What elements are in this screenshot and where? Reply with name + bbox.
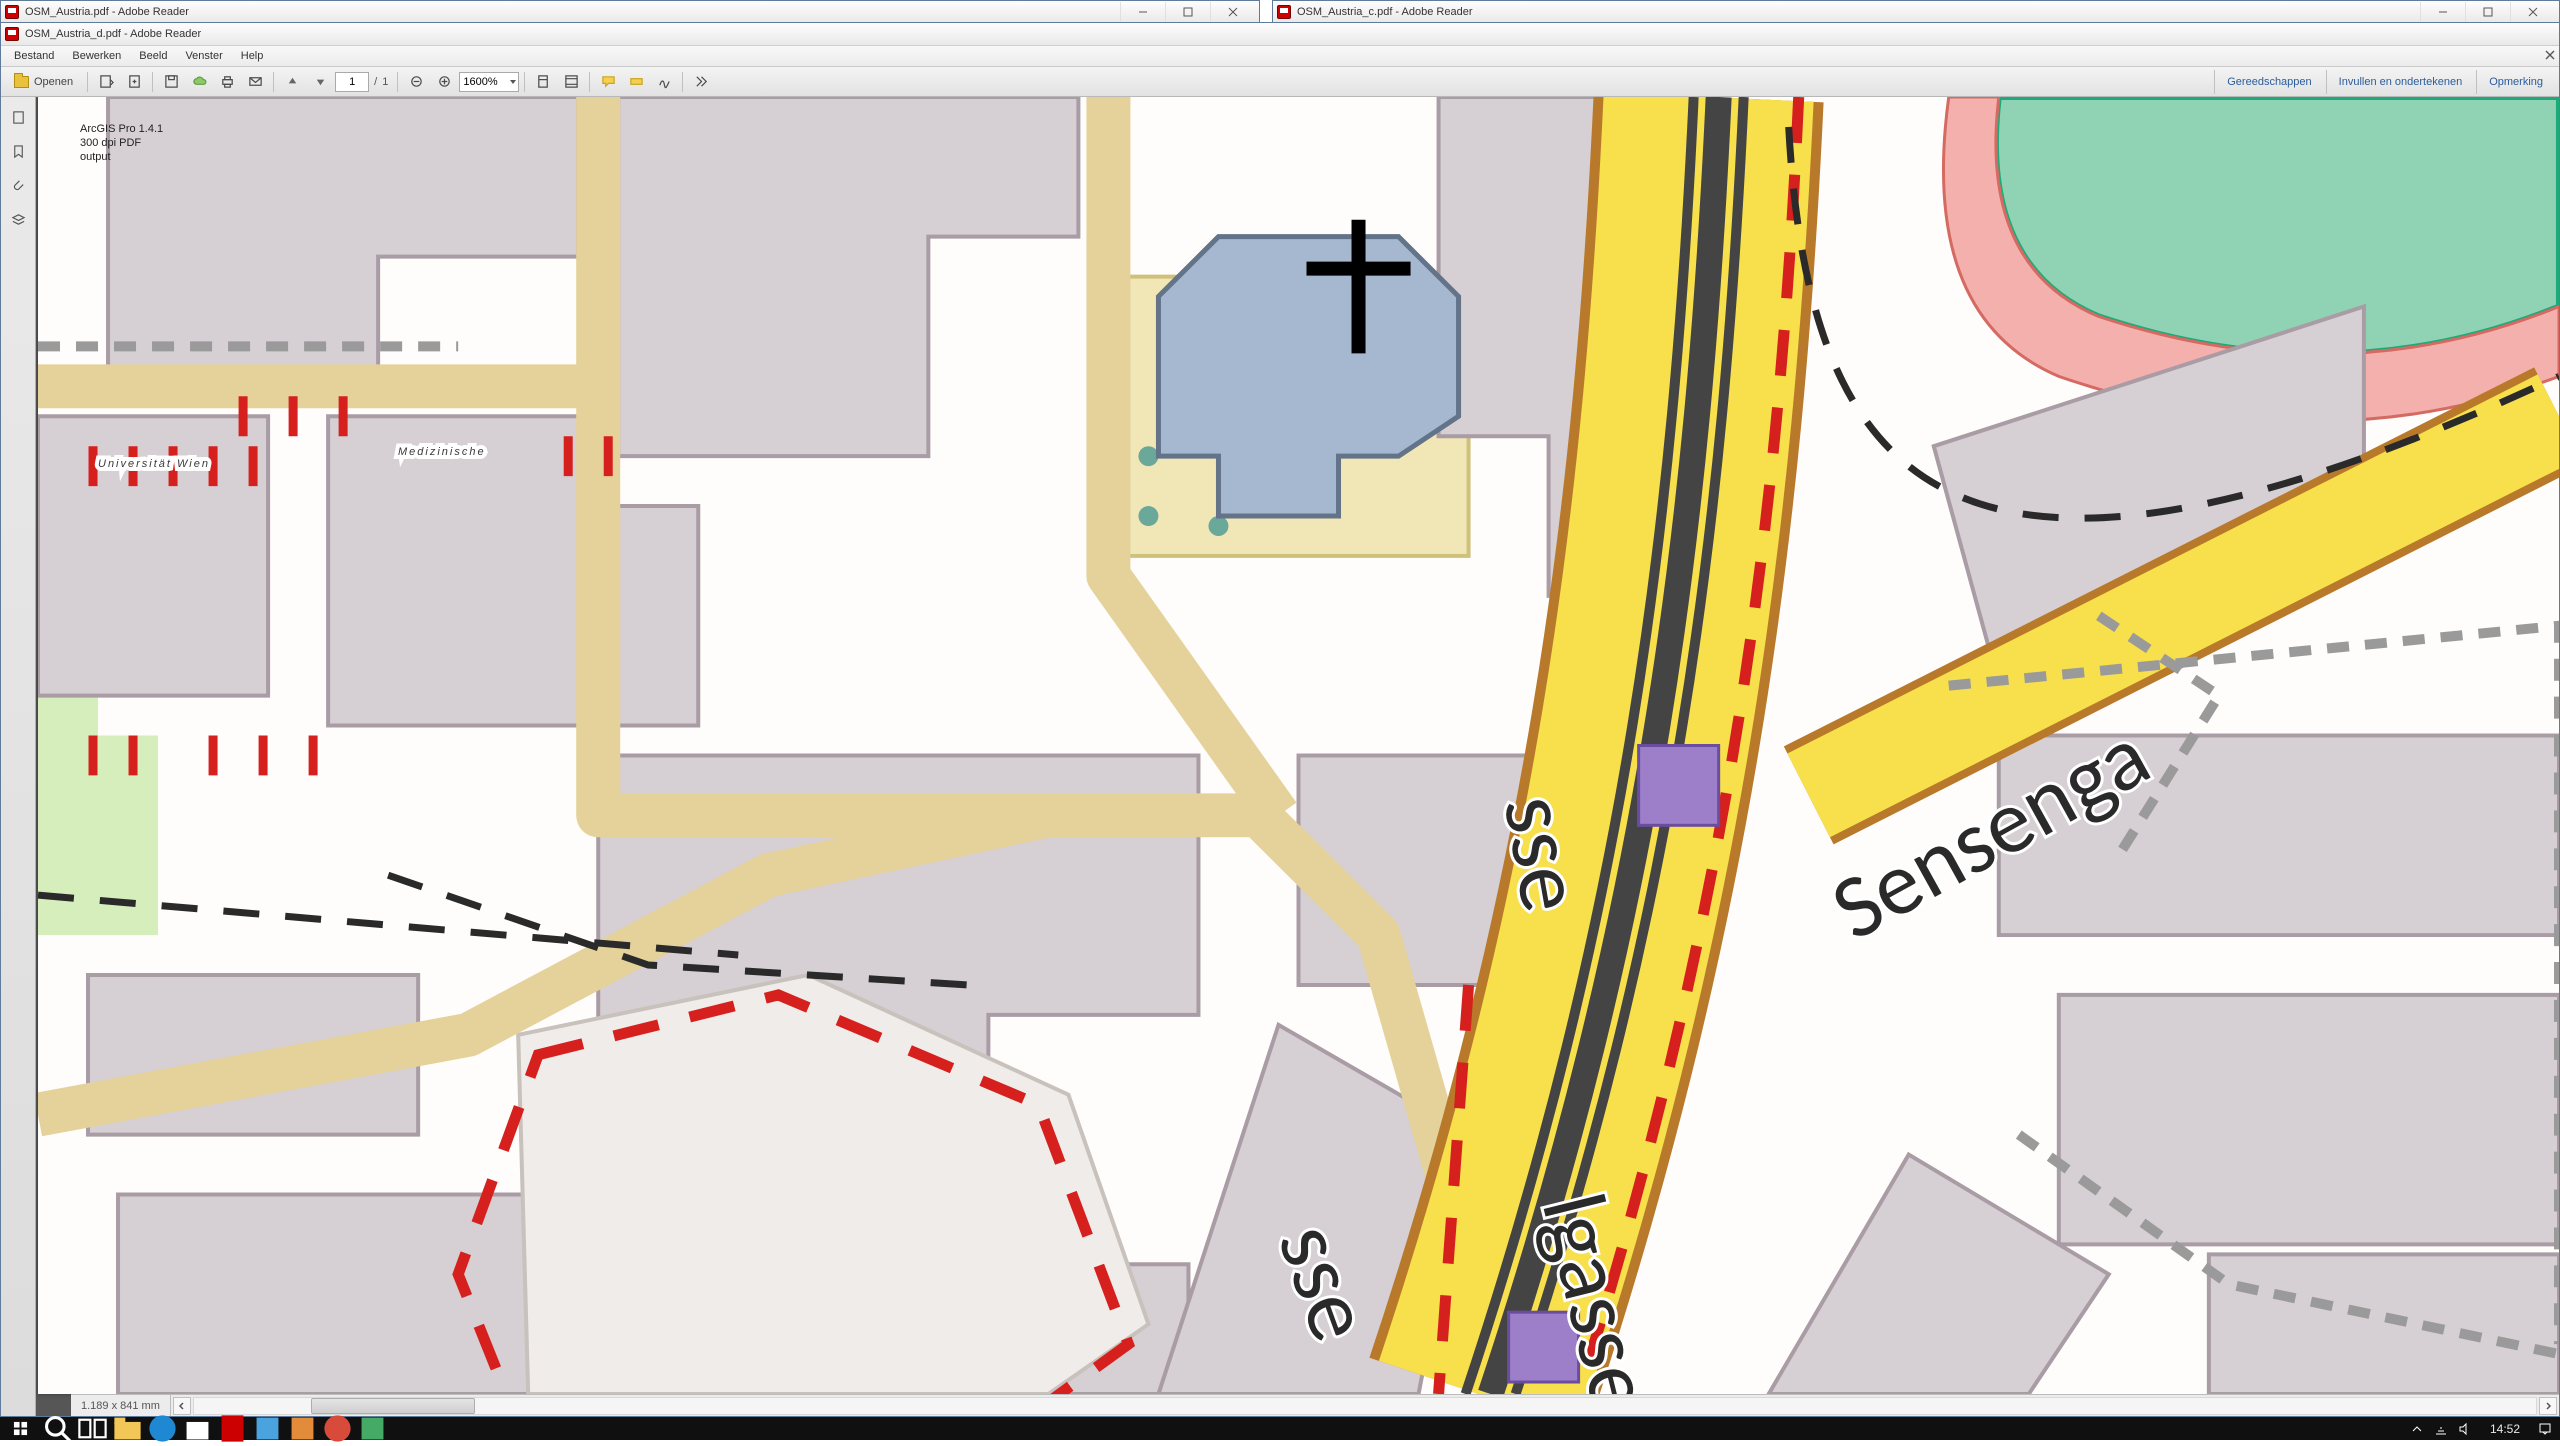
fit-page-button[interactable] bbox=[558, 70, 584, 94]
attachments-panel-icon[interactable] bbox=[8, 175, 28, 195]
taskbar-app-store[interactable] bbox=[180, 1417, 215, 1440]
toolbar: Openen / 1 1600% Gereedschappe bbox=[1, 67, 2559, 97]
chevron-up-icon[interactable] bbox=[2410, 1422, 2424, 1436]
map-place-label: Medizinische Universität Wien bbox=[98, 447, 486, 470]
taskbar-app-generic[interactable] bbox=[250, 1417, 285, 1440]
zoom-out-button[interactable] bbox=[403, 70, 429, 94]
chevron-down-icon bbox=[510, 80, 516, 84]
menu-help[interactable]: Help bbox=[232, 48, 273, 64]
annotation-line: ArcGIS Pro 1.4.1 bbox=[80, 123, 163, 137]
pdf-page: ArcGIS Pro 1.4.1 300 dpi PDF output Medi… bbox=[38, 97, 2559, 1394]
annotation-line: 300 dpi PDF bbox=[80, 137, 163, 151]
read-mode-button[interactable] bbox=[688, 70, 714, 94]
page-number-input[interactable] bbox=[335, 72, 369, 92]
minimize-button[interactable] bbox=[1120, 2, 1165, 22]
separator bbox=[589, 72, 590, 92]
adobe-reader-window-front: OSM_Austria_d.pdf - Adobe Reader Bestand… bbox=[0, 22, 2560, 1417]
page-down-button[interactable] bbox=[307, 70, 333, 94]
taskbar-clock[interactable]: 14:52 bbox=[2482, 1422, 2528, 1436]
map-place-label-line: Universität Wien bbox=[98, 459, 486, 471]
navigation-rail bbox=[1, 97, 36, 1416]
zoom-value: 1600% bbox=[463, 76, 497, 88]
menubar: Bestand Bewerken Beeld Venster Help bbox=[1, 46, 2559, 67]
hand-tool-button[interactable] bbox=[530, 70, 556, 94]
scroll-right-button[interactable] bbox=[2539, 1397, 2557, 1415]
notifications-icon[interactable] bbox=[2538, 1422, 2552, 1436]
close-button[interactable] bbox=[2510, 2, 2555, 22]
menu-venster[interactable]: Venster bbox=[176, 48, 231, 64]
windows-taskbar[interactable]: 14:52 bbox=[0, 1417, 2560, 1440]
pdf-file-icon bbox=[1277, 5, 1291, 19]
separator bbox=[524, 72, 525, 92]
separator bbox=[273, 72, 274, 92]
road-label-gasse: sse bbox=[1480, 787, 1608, 920]
create-pdf-button[interactable] bbox=[121, 70, 147, 94]
title-text: OSM_Austria_d.pdf - Adobe Reader bbox=[25, 28, 2555, 40]
titlebar-back[interactable]: OSM_Austria.pdf - Adobe Reader bbox=[1, 1, 1259, 24]
menu-bestand[interactable]: Bestand bbox=[5, 48, 63, 64]
workspace: ArcGIS Pro 1.4.1 300 dpi PDF output Medi… bbox=[1, 97, 2559, 1416]
pdf-file-icon bbox=[5, 5, 19, 19]
separator bbox=[682, 72, 683, 92]
taskbar-app-generic[interactable] bbox=[355, 1417, 390, 1440]
folder-icon bbox=[14, 76, 29, 88]
system-tray: 14:52 bbox=[2410, 1422, 2552, 1436]
windows-logo-icon bbox=[13, 1421, 28, 1436]
title-text: OSM_Austria_c.pdf - Adobe Reader bbox=[1297, 6, 2420, 18]
maximize-button[interactable] bbox=[1165, 2, 1210, 22]
bookmarks-panel-icon[interactable] bbox=[8, 141, 28, 161]
separator bbox=[152, 72, 153, 92]
menu-bewerken[interactable]: Bewerken bbox=[63, 48, 130, 64]
layers-panel-icon[interactable] bbox=[8, 209, 28, 229]
titlebar-right[interactable]: OSM_Austria_c.pdf - Adobe Reader bbox=[1273, 1, 2559, 24]
sign-button[interactable] bbox=[651, 70, 677, 94]
page-separator: / bbox=[371, 76, 380, 88]
highlight-button[interactable] bbox=[623, 70, 649, 94]
save-button[interactable] bbox=[158, 70, 184, 94]
open-button[interactable]: Openen bbox=[5, 70, 82, 94]
taskbar-app-reader[interactable] bbox=[215, 1417, 250, 1440]
fill-sign-panel-button[interactable]: Invullen en ondertekenen bbox=[2326, 70, 2475, 94]
separator bbox=[397, 72, 398, 92]
network-icon[interactable] bbox=[2434, 1422, 2448, 1436]
close-button[interactable] bbox=[1210, 2, 1255, 22]
taskbar-app-explorer[interactable] bbox=[110, 1417, 145, 1440]
separator bbox=[87, 72, 88, 92]
maximize-button[interactable] bbox=[2465, 2, 2510, 22]
zoom-select[interactable]: 1600% bbox=[459, 72, 519, 92]
titlebar[interactable]: OSM_Austria_d.pdf - Adobe Reader bbox=[1, 23, 2559, 46]
annotation-line: output bbox=[80, 151, 163, 165]
document-viewport[interactable]: ArcGIS Pro 1.4.1 300 dpi PDF output Medi… bbox=[36, 97, 2559, 1416]
open-button-label: Openen bbox=[34, 76, 73, 88]
comment-panel-button[interactable]: Opmerking bbox=[2476, 70, 2555, 94]
scrollbar-track[interactable] bbox=[193, 1397, 2537, 1415]
document-close-button[interactable] bbox=[2543, 48, 2557, 62]
thumbnails-panel-icon[interactable] bbox=[8, 107, 28, 127]
zoom-in-button[interactable] bbox=[431, 70, 457, 94]
comment-button[interactable] bbox=[595, 70, 621, 94]
taskbar-app-generic[interactable] bbox=[320, 1417, 355, 1440]
email-button[interactable] bbox=[242, 70, 268, 94]
title-text: OSM_Austria.pdf - Adobe Reader bbox=[25, 6, 1120, 18]
pdf-file-icon bbox=[5, 27, 19, 41]
minimize-button[interactable] bbox=[2420, 2, 2465, 22]
page-up-button[interactable] bbox=[279, 70, 305, 94]
menu-beeld[interactable]: Beeld bbox=[130, 48, 176, 64]
taskbar-app-edge[interactable] bbox=[145, 1417, 180, 1440]
page-total: 1 bbox=[382, 76, 392, 88]
map-place-label-line: Medizinische bbox=[98, 447, 486, 459]
map-canvas bbox=[38, 97, 2559, 1394]
tools-panel-button[interactable]: Gereedschappen bbox=[2214, 70, 2323, 94]
taskbar-app-generic[interactable] bbox=[285, 1417, 320, 1440]
task-view-icon[interactable] bbox=[75, 1417, 110, 1440]
start-button[interactable] bbox=[0, 1417, 40, 1440]
annotation-text: ArcGIS Pro 1.4.1 300 dpi PDF output bbox=[80, 123, 163, 164]
volume-icon[interactable] bbox=[2458, 1422, 2472, 1436]
horizontal-scrollbar: 1.189 x 841 mm bbox=[71, 1394, 2559, 1416]
cloud-button[interactable] bbox=[186, 70, 212, 94]
print-button[interactable] bbox=[214, 70, 240, 94]
search-icon[interactable] bbox=[40, 1417, 75, 1440]
export-pdf-button[interactable] bbox=[93, 70, 119, 94]
